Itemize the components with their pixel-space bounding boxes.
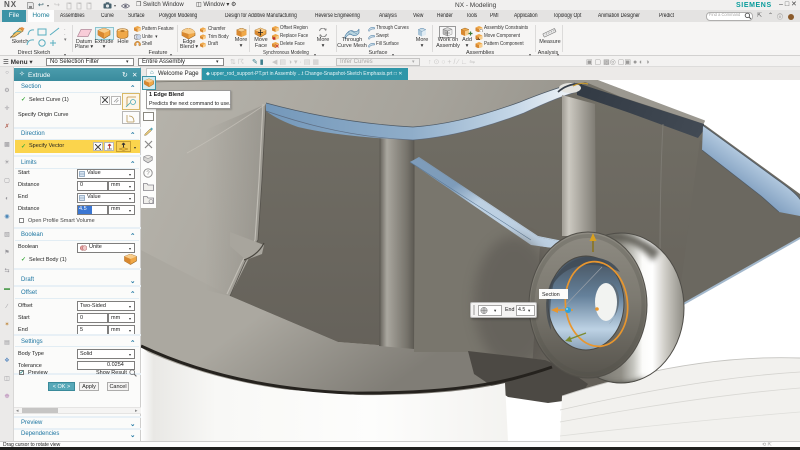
svg-text:?: ?: [146, 171, 150, 177]
